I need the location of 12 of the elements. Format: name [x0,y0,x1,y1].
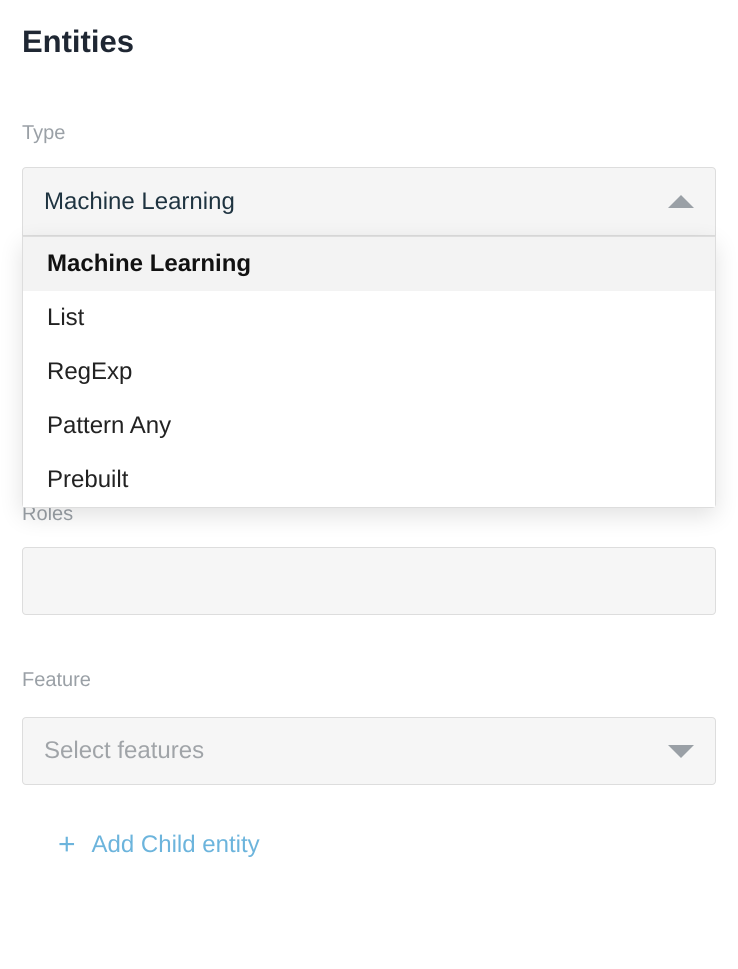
type-select[interactable]: Machine Learning [22,167,716,236]
field-label: Type [22,121,66,145]
dropdown-option[interactable]: Machine Learning [23,237,715,291]
select-value: Machine Learning [44,186,235,216]
placeholder-text: Select features [44,736,204,766]
dropdown-option[interactable]: Prebuilt [23,453,715,507]
page-title: Entities [22,23,135,61]
dropdown-option[interactable]: Pattern Any [23,399,715,453]
field-label: Feature [22,668,92,692]
dropdown-option[interactable]: RegExp [23,345,715,399]
dropdown-option[interactable]: List [23,291,715,345]
roles-input[interactable] [22,547,716,615]
